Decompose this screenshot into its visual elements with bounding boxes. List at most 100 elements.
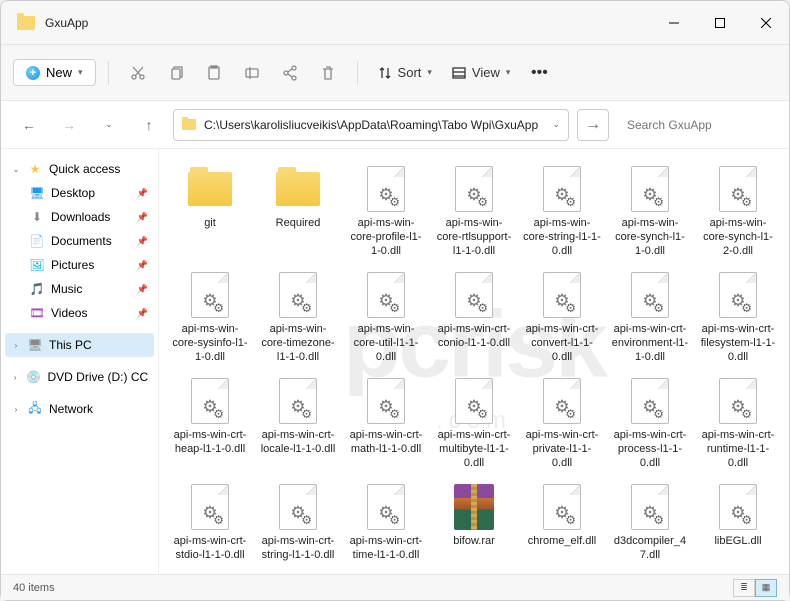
file-item[interactable]: ⚙api-ms-win-core-string-l1-1-0.dll xyxy=(519,161,605,263)
file-item[interactable]: ⚙api-ms-win-crt-math-l1-1-0.dll xyxy=(343,373,429,475)
file-item[interactable]: ⚙api-ms-win-crt-process-l1-1-0.dll xyxy=(607,373,693,475)
file-item[interactable]: Required xyxy=(255,161,341,263)
sidebar-label: Network xyxy=(49,402,93,416)
toolbar: + New ▾ Sort ▾ View ▾ ••• xyxy=(1,45,789,101)
file-label: git xyxy=(204,217,216,259)
icons-view-toggle[interactable]: ▦ xyxy=(755,579,777,597)
sidebar-this-pc[interactable]: ›🖥This PC xyxy=(5,333,154,357)
file-item[interactable]: ⚙api-ms-win-core-synch-l1-2-0.dll xyxy=(695,161,781,263)
chevron-right-icon: › xyxy=(11,405,21,414)
file-item[interactable]: ⚙api-ms-win-crt-conio-l1-1-0.dll xyxy=(431,267,517,369)
file-label: api-ms-win-crt-conio-l1-1-0.dll xyxy=(435,323,513,365)
address-bar[interactable]: C:\Users\karolisliucveikis\AppData\Roami… xyxy=(173,109,569,141)
view-button[interactable]: View ▾ xyxy=(444,60,518,85)
close-button[interactable] xyxy=(743,1,789,44)
new-label: New xyxy=(46,65,72,80)
dll-icon: ⚙ xyxy=(274,271,322,319)
file-item[interactable]: ⚙api-ms-win-crt-convert-l1-1-0.dll xyxy=(519,267,605,369)
sidebar-label: Desktop xyxy=(51,186,95,200)
file-item[interactable]: ⚙api-ms-win-crt-runtime-l1-1-0.dll xyxy=(695,373,781,475)
dll-icon: ⚙ xyxy=(538,165,586,213)
pictures-icon: 🖼 xyxy=(29,257,45,273)
file-item[interactable]: ⚙api-ms-win-crt-string-l1-1-0.dll xyxy=(255,479,341,574)
cut-button[interactable] xyxy=(121,56,155,90)
back-button[interactable]: ← xyxy=(13,109,45,141)
sort-button[interactable]: Sort ▾ xyxy=(370,60,440,85)
sidebar-item-documents[interactable]: 📄Documents📌 xyxy=(5,229,154,253)
view-label: View xyxy=(472,65,500,80)
file-label: api-ms-win-crt-runtime-l1-1-0.dll xyxy=(699,429,777,471)
sidebar-item-downloads[interactable]: ⬇Downloads📌 xyxy=(5,205,154,229)
refresh-button[interactable]: → xyxy=(577,109,609,141)
maximize-button[interactable] xyxy=(697,1,743,44)
sidebar-label: Pictures xyxy=(51,258,94,272)
file-item[interactable]: ⚙api-ms-win-core-profile-l1-1-0.dll xyxy=(343,161,429,263)
dll-icon: ⚙ xyxy=(186,271,234,319)
chevron-down-icon[interactable]: ⌄ xyxy=(552,119,560,130)
file-item[interactable]: ⚙api-ms-win-core-util-l1-1-0.dll xyxy=(343,267,429,369)
paste-button[interactable] xyxy=(197,56,231,90)
file-label: api-ms-win-crt-convert-l1-1-0.dll xyxy=(523,323,601,365)
folder-icon xyxy=(17,16,35,30)
file-label: api-ms-win-crt-heap-l1-1-0.dll xyxy=(171,429,249,471)
sidebar-label: Videos xyxy=(51,306,87,320)
search-input[interactable] xyxy=(617,109,777,141)
sidebar: ⌄ ★ Quick access 🖥Desktop📌 ⬇Downloads📌 📄… xyxy=(1,149,159,574)
file-item[interactable]: ⚙api-ms-win-core-synch-l1-1-0.dll xyxy=(607,161,693,263)
recent-chevron[interactable]: ⌄ xyxy=(93,109,125,141)
titlebar[interactable]: GxuApp xyxy=(1,1,789,45)
file-item[interactable]: bifow.rar xyxy=(431,479,517,574)
file-pane[interactable]: pcrisk .com gitRequired⚙api-ms-win-core-… xyxy=(159,149,789,574)
downloads-icon: ⬇ xyxy=(29,209,45,225)
window-title: GxuApp xyxy=(45,16,651,30)
divider xyxy=(357,61,358,85)
chevron-right-icon: › xyxy=(11,341,21,350)
sidebar-label: DVD Drive (D:) CCCC xyxy=(48,370,148,384)
archive-icon xyxy=(450,483,498,531)
file-label: api-ms-win-core-synch-l1-2-0.dll xyxy=(699,217,777,259)
pc-icon: 🖥 xyxy=(27,337,43,353)
file-item[interactable]: ⚙api-ms-win-crt-private-l1-1-0.dll xyxy=(519,373,605,475)
sidebar-quick-access[interactable]: ⌄ ★ Quick access xyxy=(5,157,154,181)
rename-button[interactable] xyxy=(235,56,269,90)
minimize-button[interactable] xyxy=(651,1,697,44)
details-view-toggle[interactable]: ≣ xyxy=(733,579,755,597)
file-label: bifow.rar xyxy=(453,535,495,574)
sidebar-item-videos[interactable]: 🎞Videos📌 xyxy=(5,301,154,325)
new-button[interactable]: + New ▾ xyxy=(13,59,96,86)
file-item[interactable]: ⚙libEGL.dll xyxy=(695,479,781,574)
pin-icon: 📌 xyxy=(137,212,148,223)
file-item[interactable]: ⚙d3dcompiler_47.dll xyxy=(607,479,693,574)
share-button[interactable] xyxy=(273,56,307,90)
copy-button[interactable] xyxy=(159,56,193,90)
file-item[interactable]: ⚙api-ms-win-core-rtlsupport-l1-1-0.dll xyxy=(431,161,517,263)
sidebar-dvd[interactable]: ›💿DVD Drive (D:) CCCC xyxy=(5,365,154,389)
dll-icon: ⚙ xyxy=(714,165,762,213)
address-path: C:\Users\karolisliucveikis\AppData\Roami… xyxy=(204,118,538,132)
file-item[interactable]: ⚙api-ms-win-crt-heap-l1-1-0.dll xyxy=(167,373,253,475)
file-item[interactable]: ⚙api-ms-win-crt-environment-l1-1-0.dll xyxy=(607,267,693,369)
delete-button[interactable] xyxy=(311,56,345,90)
file-item[interactable]: ⚙api-ms-win-crt-locale-l1-1-0.dll xyxy=(255,373,341,475)
file-item[interactable]: ⚙api-ms-win-core-sysinfo-l1-1-0.dll xyxy=(167,267,253,369)
sidebar-item-pictures[interactable]: 🖼Pictures📌 xyxy=(5,253,154,277)
sidebar-network[interactable]: › 🖧 Network xyxy=(5,397,154,421)
file-item[interactable]: ⚙api-ms-win-crt-stdio-l1-1-0.dll xyxy=(167,479,253,574)
file-item[interactable]: ⚙api-ms-win-crt-multibyte-l1-1-0.dll xyxy=(431,373,517,475)
dll-icon: ⚙ xyxy=(538,377,586,425)
file-label: api-ms-win-core-util-l1-1-0.dll xyxy=(347,323,425,365)
dll-icon: ⚙ xyxy=(626,271,674,319)
file-item[interactable]: ⚙chrome_elf.dll xyxy=(519,479,605,574)
dll-icon: ⚙ xyxy=(450,271,498,319)
network-icon: 🖧 xyxy=(27,401,43,417)
more-button[interactable]: ••• xyxy=(522,56,556,90)
up-button[interactable]: ↑ xyxy=(133,109,165,141)
forward-button[interactable]: → xyxy=(53,109,85,141)
file-item[interactable]: ⚙api-ms-win-core-timezone-l1-1-0.dll xyxy=(255,267,341,369)
sidebar-item-desktop[interactable]: 🖥Desktop📌 xyxy=(5,181,154,205)
dll-icon: ⚙ xyxy=(626,377,674,425)
file-item[interactable]: git xyxy=(167,161,253,263)
file-item[interactable]: ⚙api-ms-win-crt-time-l1-1-0.dll xyxy=(343,479,429,574)
file-item[interactable]: ⚙api-ms-win-crt-filesystem-l1-1-0.dll xyxy=(695,267,781,369)
sidebar-item-music[interactable]: 🎵Music📌 xyxy=(5,277,154,301)
